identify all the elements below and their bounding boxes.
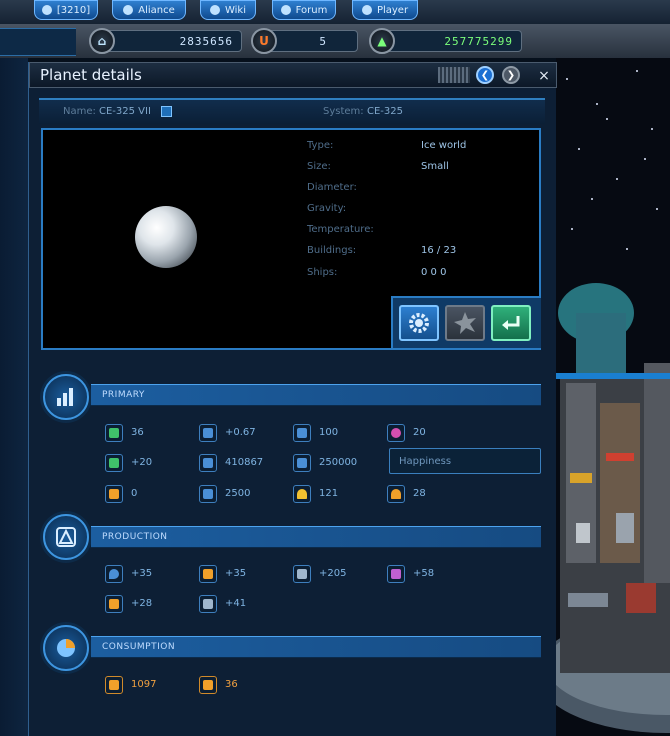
primary-stat[interactable]: +0.67 xyxy=(199,424,289,442)
top-navigation: [3210] Aliance Wiki Forum Player xyxy=(0,0,670,24)
forum-button[interactable]: Forum xyxy=(272,0,336,20)
space-station-image xyxy=(556,283,670,733)
production-section-icon xyxy=(43,514,89,560)
population-value: 2835656 xyxy=(179,35,233,48)
primary-section-header: PRIMARY xyxy=(91,384,541,406)
credits-resource: ▲ 257775299 xyxy=(369,28,522,54)
planet-name: CE-325 VII xyxy=(99,106,151,117)
primary-stat[interactable]: +20 xyxy=(105,454,195,472)
mail-icon xyxy=(41,5,52,15)
alliance-button-label: Aliance xyxy=(138,4,175,16)
forum-button-label: Forum xyxy=(295,4,328,16)
primary-stat[interactable]: 0 xyxy=(105,485,195,503)
planet-actions xyxy=(391,296,541,348)
planet-details-panel: Planet details ❮ ❯ × Name: CE-325 VII Sy… xyxy=(28,62,557,736)
consumption-section-header: CONSUMPTION xyxy=(91,636,541,658)
panel-title: Planet details xyxy=(40,66,142,84)
resource-bar: ⌂ 2835656 U 5 ▲ 257775299 xyxy=(0,24,670,58)
production-stat[interactable]: +58 xyxy=(387,565,477,583)
previous-planet-button[interactable]: ❮ xyxy=(476,66,494,84)
production-stat[interactable]: +35 xyxy=(199,565,289,583)
production-stat[interactable]: +35 xyxy=(105,565,195,583)
primary-stat[interactable]: 410867 xyxy=(199,454,289,472)
bar-chart-icon xyxy=(57,388,73,406)
primary-section-icon xyxy=(43,374,89,420)
gear-icon xyxy=(409,313,429,333)
alliance-button[interactable]: Aliance xyxy=(112,0,186,20)
pie-chart-icon xyxy=(57,639,75,657)
arrow-left-icon: ❮ xyxy=(480,69,490,81)
close-icon: × xyxy=(538,68,550,84)
primary-stat[interactable]: 28 xyxy=(387,485,477,503)
wiki-icon xyxy=(209,5,220,15)
arrow-right-icon: ❯ xyxy=(506,69,516,81)
production-stat[interactable]: +41 xyxy=(199,595,289,613)
population-resource: ⌂ 2835656 xyxy=(89,28,242,54)
production-section-header: PRODUCTION xyxy=(91,526,541,548)
name-label: Name: xyxy=(63,106,96,117)
property-temperature: Temperature: xyxy=(307,224,374,235)
return-arrow-icon xyxy=(502,316,520,330)
happiness-tooltip: Happiness xyxy=(389,448,541,474)
primary-stat[interactable]: 250000 xyxy=(293,454,383,472)
settings-button[interactable] xyxy=(399,305,439,341)
uranium-value: 5 xyxy=(319,35,327,48)
property-ships: Ships: 0 0 0 xyxy=(307,267,447,278)
primary-section-label: PRIMARY xyxy=(102,390,145,400)
edit-name-icon[interactable] xyxy=(161,106,172,117)
enter-planet-button[interactable] xyxy=(491,305,531,341)
wiki-button-label: Wiki xyxy=(224,4,246,16)
production-stat[interactable]: +205 xyxy=(293,565,383,583)
property-diameter: Diameter: xyxy=(307,182,357,193)
planet-image xyxy=(135,206,197,268)
panel-titlebar[interactable]: Planet details ❮ ❯ × xyxy=(29,62,557,88)
credits-icon: ▲ xyxy=(369,28,395,54)
credits-value: 257775299 xyxy=(444,35,513,48)
close-button[interactable]: × xyxy=(534,66,554,86)
alliance-icon xyxy=(123,5,134,15)
primary-stat[interactable]: 36 xyxy=(105,424,195,442)
production-stat[interactable]: +28 xyxy=(105,595,195,613)
primary-stat[interactable]: 2500 xyxy=(199,485,289,503)
happiness-stat[interactable]: 20 xyxy=(387,424,477,442)
player-icon xyxy=(361,5,372,15)
uranium-icon: U xyxy=(251,28,277,54)
uranium-resource: U 5 xyxy=(251,28,358,54)
property-type: Type: Ice world xyxy=(307,140,467,151)
property-buildings: Buildings: 16 / 23 xyxy=(307,245,457,256)
system-label: System: xyxy=(323,106,364,117)
consumption-stat[interactable]: 1097 xyxy=(105,676,195,694)
next-planet-button[interactable]: ❯ xyxy=(502,66,520,84)
left-map-strip xyxy=(0,58,28,736)
system-name: CE-325 xyxy=(367,106,403,117)
property-gravity: Gravity: xyxy=(307,203,347,214)
consumption-stat[interactable]: 36 xyxy=(199,676,289,694)
triangle-icon xyxy=(56,527,76,547)
production-section-label: PRODUCTION xyxy=(102,532,168,542)
consumption-section-icon xyxy=(43,625,89,671)
primary-stat[interactable]: 121 xyxy=(293,485,383,503)
destroy-button[interactable] xyxy=(445,305,485,341)
wiki-button[interactable]: Wiki xyxy=(200,0,256,20)
planet-viewer: Type: Ice world Size: Small Diameter: Grav… xyxy=(41,128,541,350)
mail-button[interactable]: [3210] xyxy=(34,0,98,20)
property-size: Size: Small xyxy=(307,161,449,172)
mail-button-label: [3210] xyxy=(56,4,91,16)
forum-icon xyxy=(280,5,291,15)
drag-grip[interactable] xyxy=(438,67,470,83)
space-background xyxy=(556,58,670,736)
primary-stat[interactable]: 100 xyxy=(293,424,383,442)
player-button[interactable]: Player xyxy=(352,0,418,20)
consumption-section-label: CONSUMPTION xyxy=(102,642,176,652)
population-icon: ⌂ xyxy=(89,28,115,54)
player-button-label: Player xyxy=(376,4,409,16)
planet-name-bar: Name: CE-325 VII System: CE-325 xyxy=(39,98,545,124)
explosion-icon xyxy=(454,312,476,334)
